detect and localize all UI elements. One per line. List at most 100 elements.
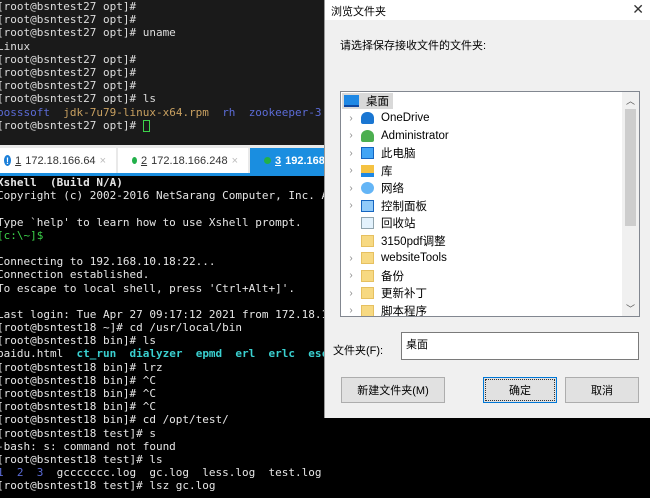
- close-icon[interactable]: ✕: [632, 1, 644, 18]
- terminal-line: [c:\~]$: [0, 229, 330, 242]
- tree-item[interactable]: › 库: [341, 162, 639, 180]
- tab-number: 3: [275, 154, 282, 167]
- dialog-title: 浏览文件夹: [325, 0, 650, 20]
- session-tab-bar: ! 1 172.18.166.64 × 2 172.18.166.248 × 3 192.168…: [0, 145, 330, 176]
- terminal-text: [root@bsntest27 opt]#: [0, 79, 137, 93]
- terminal-line: [root@bsntest18 bin]# ^C: [0, 400, 330, 413]
- scroll-up-icon[interactable]: ︿: [622, 94, 639, 107]
- chevron-right-icon[interactable]: ›: [341, 113, 361, 124]
- tree-item-label: 脚本程序: [381, 305, 427, 317]
- terminal-text: Xshell (Build N/A): [0, 176, 123, 189]
- tree-scrollbar[interactable]: ︿ ﹀: [622, 92, 639, 316]
- control-panel-icon: [361, 199, 374, 212]
- terminal-text: Linux: [0, 39, 31, 53]
- tree-item-label: 回收站: [381, 218, 416, 231]
- terminal-line: [root@bsntest27 opt]# uname: [0, 26, 330, 39]
- tree-item[interactable]: › Administrator: [341, 127, 639, 145]
- tree-item-label: websiteTools: [381, 252, 447, 265]
- terminal-text: [root@bsntest18 test]# ls: [0, 452, 163, 466]
- close-tab-icon[interactable]: ×: [232, 155, 238, 167]
- terminal-line: [root@bsntest27 opt]#: [0, 79, 330, 92]
- terminal-line: [root@bsntest18 ~]# cd /usr/local/bin: [0, 321, 330, 334]
- tree-item-label: 库: [381, 165, 393, 178]
- tree-item[interactable]: › 网络: [341, 180, 639, 198]
- terminal-line: [root@bsntest18 bin]# lrz: [0, 361, 330, 374]
- cancel-button[interactable]: 取消: [565, 377, 639, 403]
- bottom-terminal[interactable]: Xshell (Build N/A) Copyright (c) 2002-201…: [0, 176, 330, 498]
- terminal-line: 1 2 3 gccccccc.log gc.log less.log test.…: [0, 466, 330, 479]
- terminal-line: Connection established.: [0, 268, 330, 281]
- tree-item-label: 备份: [381, 270, 404, 283]
- chevron-right-icon[interactable]: ›: [341, 270, 361, 281]
- tree-item[interactable]: › 控制面板: [341, 197, 639, 215]
- scroll-down-icon[interactable]: ﹀: [622, 302, 639, 315]
- terminal-text: [root@bsntest18 bin]# ls: [0, 334, 156, 348]
- terminal-line: [root@bsntest27 opt]#: [0, 13, 330, 26]
- network-icon: [361, 182, 374, 195]
- terminal-line: baidu.html ct_run dialyzer epmd erl erlc…: [0, 347, 330, 360]
- terminal-text: 1 2 3: [0, 466, 44, 480]
- tree-item-label: 网络: [381, 183, 404, 196]
- ok-button[interactable]: 确定: [483, 377, 557, 403]
- tree-item-label: 控制面板: [381, 200, 427, 213]
- tab-number: 2: [140, 154, 148, 167]
- chevron-right-icon[interactable]: ›: [341, 130, 361, 141]
- tree-item-label: 桌面: [366, 95, 389, 108]
- tree-item[interactable]: › 备份: [341, 267, 639, 285]
- tree-item-label: 更新补丁: [381, 288, 427, 301]
- tab-number: 1: [15, 154, 22, 167]
- chevron-right-icon[interactable]: ›: [341, 253, 361, 264]
- terminal-text: bosssoft: [0, 105, 50, 119]
- terminal-text: [root@bsntest27 opt]#: [0, 52, 137, 66]
- terminal-line: To escape to local shell, press 'Ctrl+Al…: [0, 282, 330, 295]
- tree-item[interactable]: › 脚本程序: [341, 302, 639, 317]
- browse-folder-dialog: 浏览文件夹 ✕ 请选择保存接收文件的文件夹: 桌面 › OneDrive › Admin…: [324, 0, 650, 418]
- scrollbar-thumb[interactable]: [625, 109, 636, 226]
- terminal-text: [root@bsntest27 opt]#: [0, 0, 137, 13]
- tab-label: 172.18.166.64: [25, 154, 96, 167]
- recycle-bin-icon: [361, 217, 374, 230]
- folder-input[interactable]: 桌面: [401, 332, 639, 360]
- folder-icon: [361, 304, 374, 316]
- tree-item[interactable]: › 此电脑: [341, 145, 639, 163]
- tree-item[interactable]: › OneDrive: [341, 110, 639, 128]
- folder-icon: [361, 234, 374, 247]
- chevron-right-icon[interactable]: ›: [341, 148, 361, 159]
- tree-item[interactable]: › websiteTools: [341, 250, 639, 268]
- terminal-line: Type `help' to learn how to use Xshell p…: [0, 216, 330, 229]
- terminal-line: [root@bsntest27 opt]#: [0, 66, 330, 79]
- new-folder-button[interactable]: 新建文件夹(M): [341, 377, 445, 403]
- connected-status-icon: [132, 157, 137, 164]
- session-tab-2[interactable]: 2 172.18.166.248 ×: [118, 148, 248, 173]
- terminal-line: Connecting to 192.168.10.18:22...: [0, 255, 330, 268]
- top-terminal[interactable]: [root@bsntest27 opt]# [root@bsntest27 opt…: [0, 0, 330, 145]
- dialog-prompt: 请选择保存接收文件的文件夹:: [340, 40, 487, 52]
- terminal-text: Type `help' to learn how to use Xshell p…: [0, 215, 302, 229]
- terminal-text: [root@bsntest18 test]# lsz gc.log: [0, 479, 216, 493]
- terminal-text: [root@bsntest18 bin]# ^C: [0, 387, 156, 400]
- chevron-right-icon[interactable]: ›: [341, 305, 361, 316]
- terminal-text: zookeeper-3.4.6: [248, 105, 330, 119]
- session-tab-3[interactable]: 3 192.168.: [250, 148, 330, 173]
- tree-item-label: OneDrive: [381, 112, 430, 125]
- session-tab-1[interactable]: ! 1 172.18.166.64 ×: [0, 148, 116, 173]
- chevron-right-icon[interactable]: ›: [341, 200, 361, 211]
- tree-item-label: 此电脑: [381, 148, 416, 161]
- tree-item[interactable]: › 更新补丁: [341, 285, 639, 303]
- terminal-text: [root@bsntest18 bin]# cd /opt/test/: [0, 413, 229, 427]
- tree-item[interactable]: 桌面: [341, 92, 639, 110]
- terminal-text: [root@bsntest18 bin]# ^C: [0, 400, 156, 414]
- chevron-right-icon[interactable]: ›: [341, 165, 361, 176]
- chevron-right-icon[interactable]: ›: [341, 288, 361, 299]
- terminal-line: Linux: [0, 40, 330, 53]
- terminal-text: [root@bsntest18 bin]# lrz: [0, 360, 163, 374]
- folder-tree[interactable]: 桌面 › OneDrive › Administrator › 此电脑 › 库 › 网络 › 控制面板回…: [340, 91, 640, 317]
- chevron-right-icon[interactable]: ›: [341, 183, 361, 194]
- terminal-line: [root@bsntest18 bin]# ^C: [0, 374, 330, 387]
- close-tab-icon[interactable]: ×: [100, 155, 106, 167]
- tree-item[interactable]: 3150pdf调整: [341, 232, 639, 250]
- tree-item[interactable]: 回收站: [341, 215, 639, 233]
